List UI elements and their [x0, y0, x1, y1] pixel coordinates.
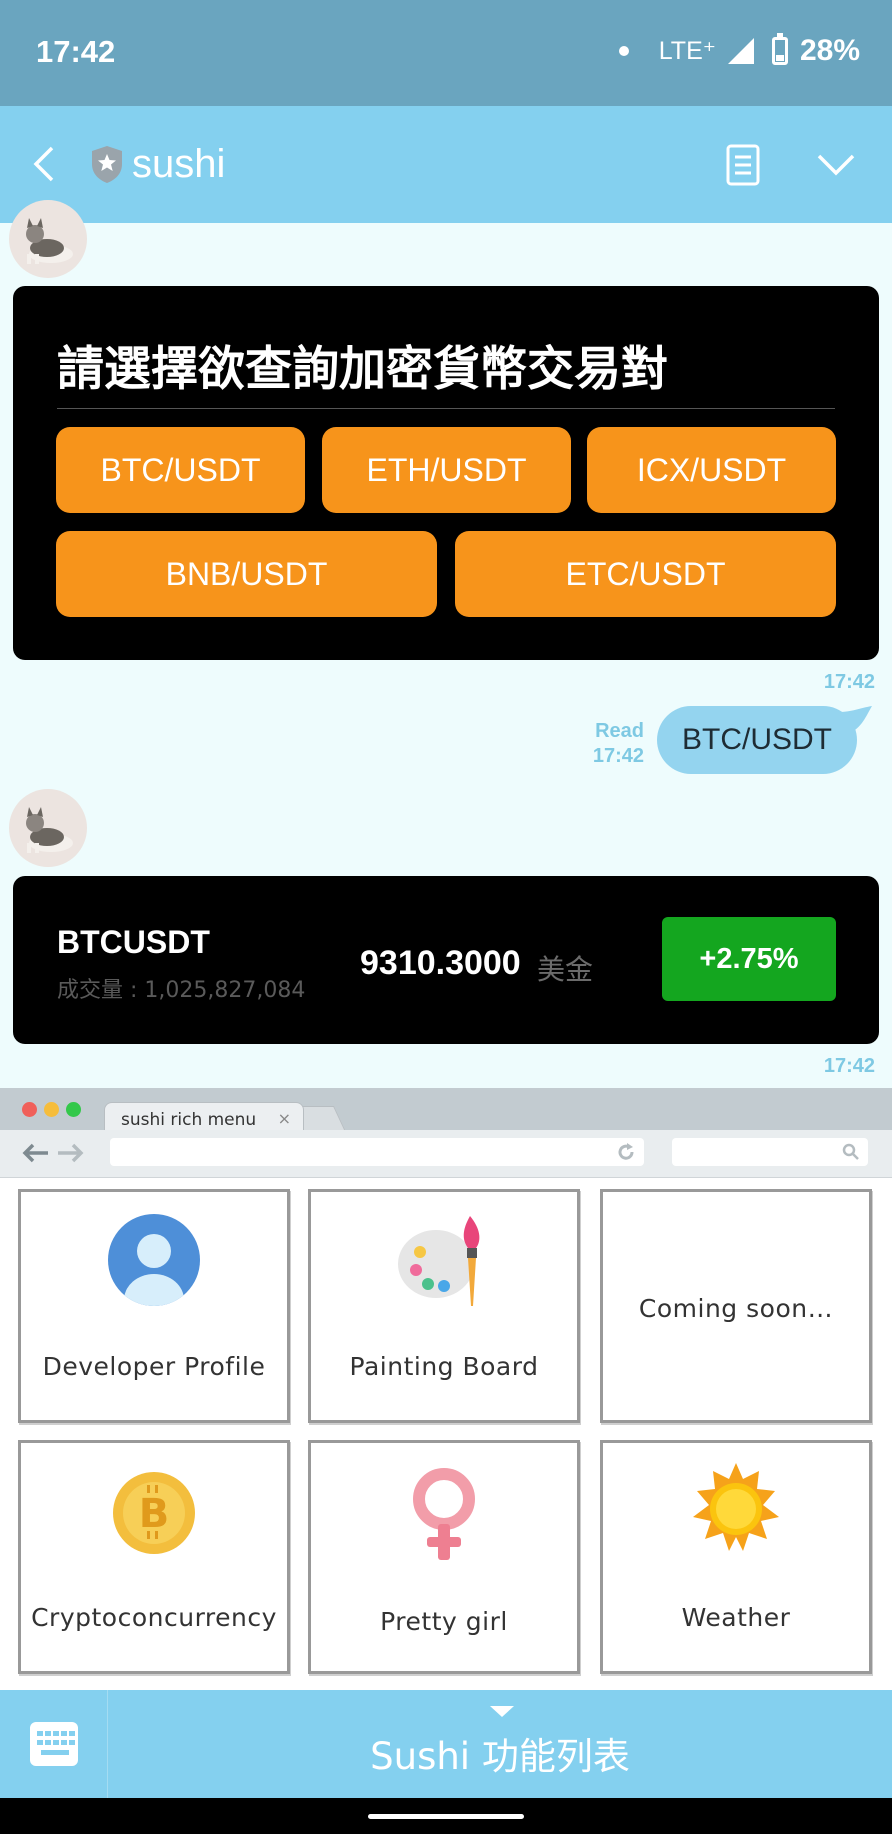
notes-icon[interactable]	[724, 144, 764, 186]
bitcoin-icon: B	[113, 1472, 195, 1554]
price-unit: 美金	[537, 953, 594, 986]
bot-avatar[interactable]	[9, 789, 87, 867]
menu-tile-developer-profile[interactable]: Developer Profile	[18, 1189, 290, 1423]
battery-icon	[771, 33, 788, 65]
ticker-symbol: BTCUSDT	[57, 924, 210, 960]
back-arrow-icon[interactable]	[30, 146, 60, 182]
keyboard-toggle-button[interactable]	[0, 1690, 108, 1798]
female-symbol-icon	[413, 1468, 475, 1560]
network-type: LTE⁺	[658, 37, 716, 65]
status-icons: LTE⁺ 28%	[618, 33, 860, 68]
user-message-bubble[interactable]: BTC/USDT	[657, 706, 857, 774]
browser-search-bar	[672, 1138, 868, 1166]
keyboard-icon	[30, 1722, 78, 1766]
menu-tile-pretty-girl[interactable]: Pretty girl	[308, 1440, 580, 1674]
bot-avatar[interactable]	[9, 200, 87, 278]
palette-icon	[398, 1216, 480, 1306]
browser-toolbar	[0, 1130, 892, 1178]
user-profile-icon	[108, 1214, 200, 1306]
rich-menu: sushi rich menu × Developer Profile Pain…	[0, 1088, 892, 1690]
pair-button-etc-usdt[interactable]: ETC/USDT	[455, 531, 836, 617]
tile-label: Painting Board	[349, 1352, 539, 1381]
browser-tab-title: sushi rich menu	[121, 1110, 257, 1130]
pair-button-icx-usdt[interactable]: ICX/USDT	[587, 427, 836, 513]
read-receipt: Read 17:42	[578, 719, 644, 769]
status-bar: 17:42 LTE⁺ 28%	[0, 0, 892, 106]
minimize-dot-icon	[44, 1102, 59, 1117]
browser-tab-strip: sushi rich menu ×	[0, 1088, 892, 1132]
tab-close-icon: ×	[277, 1109, 291, 1128]
tile-label: Weather	[681, 1603, 791, 1632]
ticker-volume: 成交量 : 1,025,827,084	[57, 978, 306, 1003]
home-gesture-bar[interactable]	[368, 1814, 524, 1819]
menu-tile-painting-board[interactable]: Painting Board	[308, 1189, 580, 1423]
close-dot-icon	[22, 1102, 37, 1117]
menu-tile-weather[interactable]: Weather	[600, 1440, 872, 1674]
sun-icon	[693, 1463, 779, 1551]
selector-heading: 請選擇欲查詢加密貨幣交易對	[57, 342, 668, 397]
divider	[57, 408, 835, 409]
ticker-card: BTCUSDT 成交量 : 1,025,827,084 9310.3000 美金…	[13, 876, 879, 1044]
search-icon	[842, 1143, 859, 1160]
pair-button-btc-usdt[interactable]: BTC/USDT	[56, 427, 305, 513]
reload-icon	[618, 1143, 634, 1160]
menu-tile-cryptocurrency[interactable]: B Cryptoconcurrency	[18, 1440, 290, 1674]
crypto-pair-selector-card: 請選擇欲查詢加密貨幣交易對 BTC/USDT ETH/USDT ICX/USDT…	[13, 286, 879, 660]
ticker-price: 9310.3000	[360, 944, 521, 982]
back-arrow-icon	[22, 1143, 48, 1163]
status-time: 17:42	[36, 34, 116, 69]
notification-dot-icon	[618, 46, 629, 56]
browser-tab: sushi rich menu ×	[104, 1102, 304, 1132]
menu-tile-coming-soon[interactable]: Coming soon…	[600, 1189, 872, 1423]
message-timestamp: 17:42	[823, 1055, 875, 1077]
url-bar	[110, 1138, 644, 1166]
message-timestamp: 17:42	[823, 671, 875, 693]
price-change-badge: +2.75%	[662, 917, 836, 1001]
tile-label: Cryptoconcurrency	[31, 1603, 277, 1632]
tile-label: Pretty girl	[380, 1607, 508, 1636]
pair-button-bnb-usdt[interactable]: BNB/USDT	[56, 531, 437, 617]
tile-label: Coming soon…	[638, 1294, 834, 1323]
read-time: 17:42	[592, 745, 644, 767]
maximize-dot-icon	[66, 1102, 81, 1117]
svg-text:B: B	[139, 1491, 170, 1537]
chat-title: sushi	[132, 142, 226, 186]
rich-menu-toggle[interactable]: Sushi 功能列表	[108, 1726, 892, 1780]
forward-arrow-icon	[58, 1143, 84, 1163]
tile-label: Developer Profile	[42, 1352, 266, 1381]
signal-icon	[727, 38, 754, 64]
cat-avatar-icon	[26, 807, 73, 853]
menu-collapse-arrow-icon[interactable]	[490, 1706, 514, 1717]
system-nav-bar	[0, 1798, 892, 1834]
chat-header: sushi	[0, 106, 892, 223]
read-label: Read	[595, 720, 644, 742]
pair-button-eth-usdt[interactable]: ETH/USDT	[322, 427, 571, 513]
chevron-down-icon[interactable]	[816, 150, 856, 180]
battery-level: 28%	[799, 34, 860, 67]
cat-avatar-icon	[26, 218, 73, 264]
verified-shield-icon	[92, 146, 122, 183]
bottom-menu-bar: Sushi 功能列表	[0, 1690, 892, 1798]
